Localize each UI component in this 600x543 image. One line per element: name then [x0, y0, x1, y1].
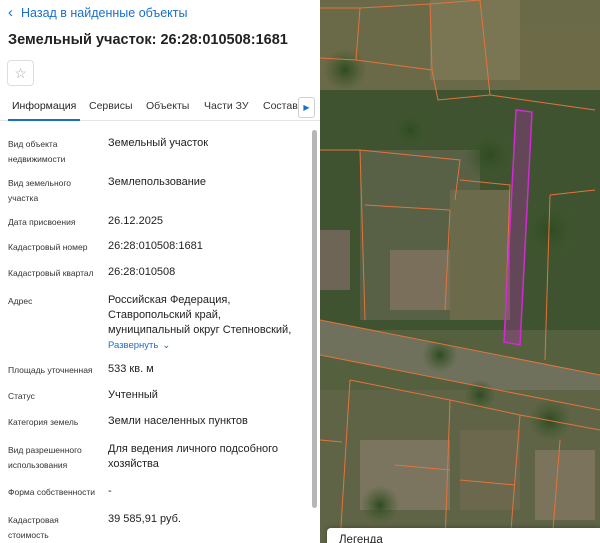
field-value-land-category: Земли населенных пунктов — [108, 415, 248, 427]
map-yard — [460, 430, 520, 510]
info-panel: ‹ Назад в найденные объекты Земельный уч… — [0, 0, 320, 543]
map-tree — [390, 110, 430, 150]
map-roof — [390, 250, 450, 310]
address-line: муниципальный округ Степновский, — [108, 324, 292, 336]
field-label-cadastral-value: Кадастровая стоимость — [8, 515, 59, 540]
tab-bar: Информация Сервисы Объекты Части ЗУ Сост… — [0, 95, 320, 121]
map-yard — [450, 190, 510, 320]
field-value-cadastral-number: 26:28:010508:1681 — [108, 240, 203, 252]
back-link[interactable]: ‹ Назад в найденные объекты — [8, 5, 187, 20]
field-value-address: Российская Федерация, Ставропольский кра… — [108, 293, 303, 353]
page-title: Земельный участок: 26:28:010508:1681 — [8, 32, 288, 48]
tab-objects[interactable]: Объекты — [146, 100, 189, 112]
field-label-parcel-type: Вид земельного участка — [8, 178, 72, 203]
field-value-status: Учтенный — [108, 389, 158, 401]
map-field — [430, 0, 520, 80]
field-value-cadastral-value: 39 585,91 руб. — [108, 513, 181, 525]
field-label-address: Адрес — [8, 296, 33, 306]
field-label-cadastral-number: Кадастровый номер — [8, 242, 88, 252]
field-value-area: 533 кв. м — [108, 363, 154, 375]
address-line: Ставропольский край, — [108, 309, 221, 321]
tab-services[interactable]: Сервисы — [89, 100, 133, 112]
field-label-ownership: Форма собственности — [8, 487, 95, 497]
satellite-map[interactable] — [320, 0, 600, 543]
map-tree — [422, 337, 458, 373]
field-value-object-type: Земельный участок — [108, 137, 209, 149]
tab-composition[interactable]: Состав — [263, 100, 298, 112]
field-value-permitted-use: Для ведения личного подсобного хозяйства — [108, 443, 279, 470]
map-roof — [535, 450, 595, 520]
expand-address-link[interactable]: Развернуть ⌄ — [108, 338, 170, 353]
field-label-land-category: Категория земель — [8, 417, 79, 427]
field-value-cadastral-quarter: 26:28:010508 — [108, 266, 176, 278]
field-label-area: Площадь уточненная — [8, 365, 93, 375]
tabs-scroll-right-button[interactable]: ▶ — [298, 97, 315, 118]
map-tree — [323, 48, 367, 92]
field-label-status: Статус — [8, 391, 35, 401]
legend-title: Легенда — [339, 534, 383, 543]
map-tree — [360, 485, 400, 525]
favorite-button[interactable]: ☆ — [7, 60, 34, 86]
tab-info[interactable]: Информация — [7, 100, 81, 121]
tab-parts[interactable]: Части ЗУ — [204, 100, 249, 112]
field-label-permitted-use: Вид разрешенного использования — [8, 445, 82, 470]
legend-panel[interactable]: Легенда — [327, 528, 600, 543]
map-roof — [320, 230, 350, 290]
field-label-cadastral-quarter: Кадастровый квартал — [8, 268, 94, 278]
back-link-label: Назад в найденные объекты — [21, 5, 188, 20]
arrow-left-icon: ‹ — [8, 4, 13, 21]
triangle-right-icon: ▶ — [303, 103, 310, 112]
star-outline-icon: ☆ — [14, 64, 27, 81]
panel-scrollbar[interactable] — [312, 130, 317, 508]
field-value-assign-date: 26.12.2025 — [108, 215, 164, 227]
map-canvas — [320, 0, 600, 543]
field-label-assign-date: Дата присвоения — [8, 217, 76, 227]
map-tree — [464, 129, 516, 181]
address-line: Российская Федерация, — [108, 294, 231, 306]
field-label-object-type: Вид объекта недвижимости — [8, 139, 66, 164]
chevron-down-icon: ⌄ — [162, 340, 171, 351]
field-value-parcel-type: Землепользование — [108, 176, 207, 188]
map-tree — [528, 398, 572, 442]
field-value-ownership: - — [108, 485, 112, 497]
